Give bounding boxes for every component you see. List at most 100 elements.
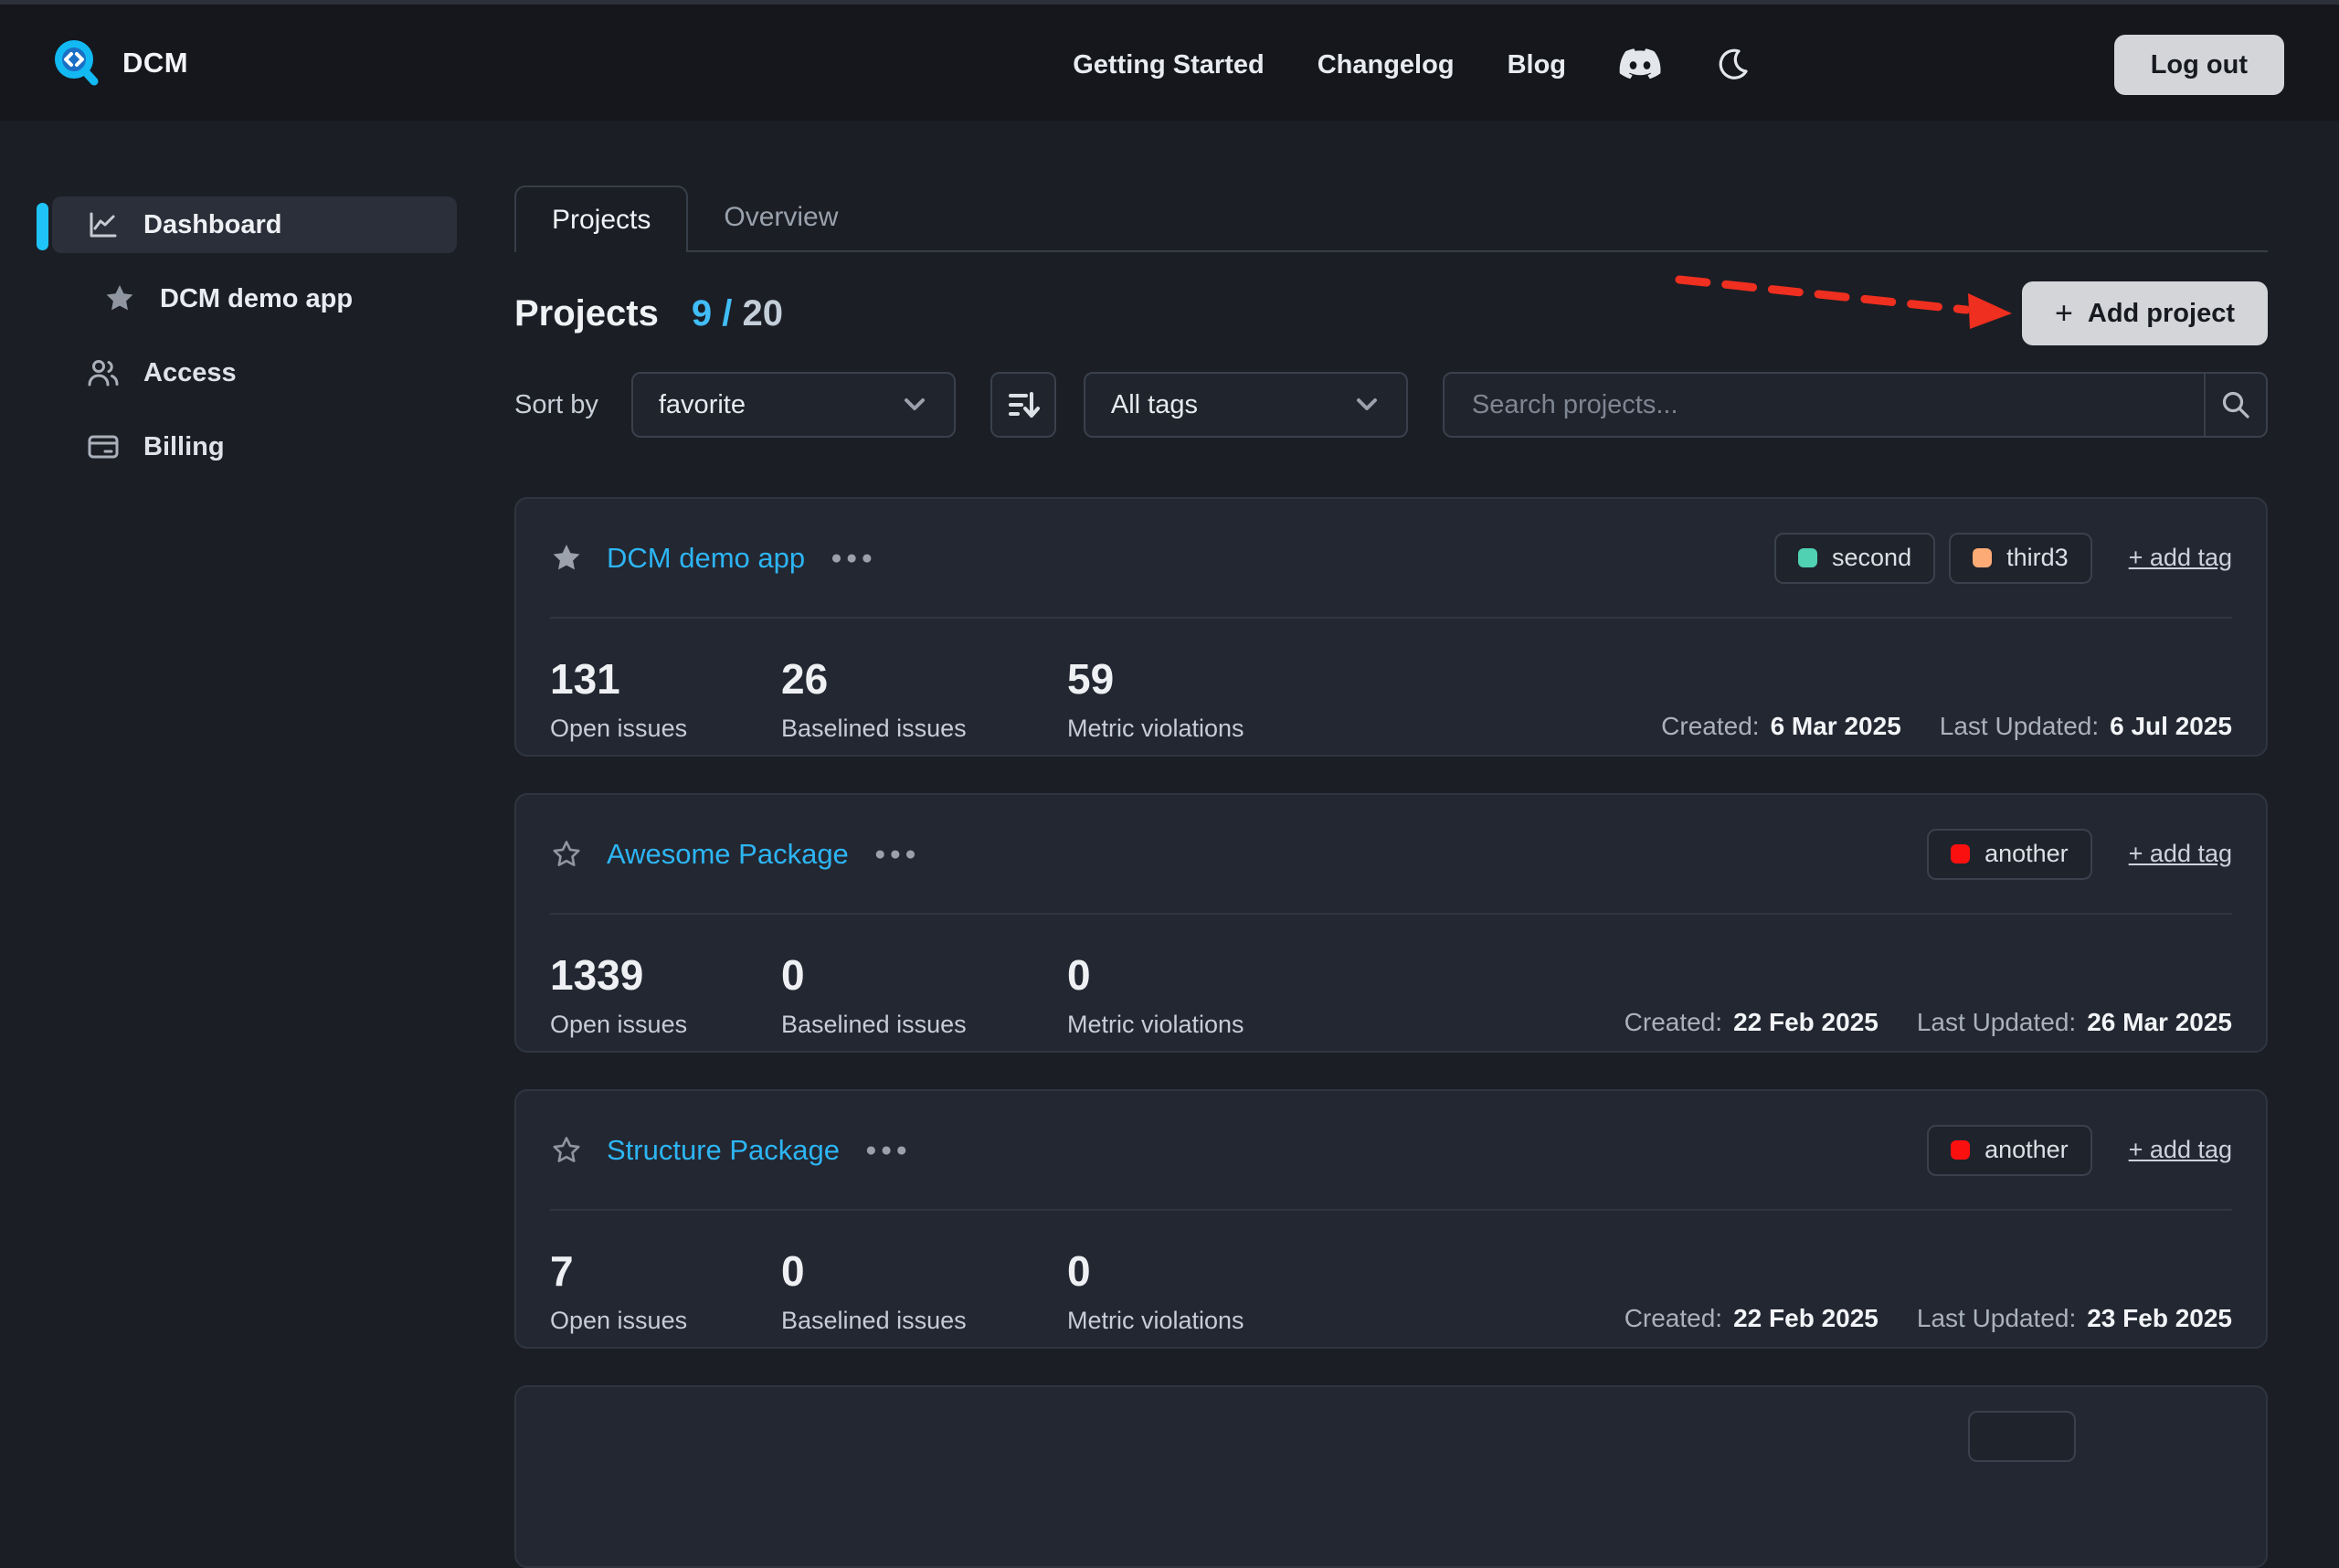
sort-select-value: favorite — [659, 390, 746, 420]
project-title-link[interactable]: DCM demo app — [607, 542, 805, 575]
tag-zone: another + add tag — [1927, 829, 2232, 880]
sort-direction-button[interactable] — [990, 372, 1056, 438]
sidebar-item-label: Billing — [143, 432, 225, 462]
stat-value: 0 — [781, 953, 1067, 997]
top-nav: Getting Started Changelog Blog — [1073, 5, 1751, 125]
stat-label: Metric violations — [1067, 715, 1244, 743]
stat-label: Open issues — [550, 1307, 781, 1335]
created-value: 6 Mar 2025 — [1771, 712, 1901, 741]
project-count: 9 / 20 — [692, 293, 783, 334]
stat-value: 131 — [550, 657, 781, 701]
sidebar-item-dashboard[interactable]: Dashboard — [52, 196, 457, 253]
star-outline-icon — [550, 1134, 583, 1167]
sidebar-item-access[interactable]: Access — [52, 344, 457, 401]
project-card-body: 1339 Open issues 0 Baselined issues 0 Me… — [516, 915, 2266, 1039]
partial-project-card — [514, 1385, 2268, 1568]
search-input[interactable] — [1445, 374, 2204, 436]
search-box — [1443, 372, 2268, 438]
updated-date: Last Updated: 23 Feb 2025 — [1917, 1304, 2232, 1333]
star-icon — [103, 282, 136, 315]
more-options-icon[interactable]: ●●● — [831, 548, 876, 567]
project-card-header: DCM demo app ●●● second third3 + add tag — [516, 499, 2266, 617]
project-dates: Created: 6 Mar 2025 Last Updated: 6 Jul … — [1661, 712, 2232, 743]
more-options-icon[interactable]: ●●● — [865, 1140, 911, 1160]
logout-button[interactable]: Log out — [2114, 35, 2284, 95]
nav-link-getting-started[interactable]: Getting Started — [1073, 50, 1264, 80]
stat-open-issues: 131 Open issues — [550, 657, 781, 743]
project-dates: Created: 22 Feb 2025 Last Updated: 26 Ma… — [1625, 1008, 2232, 1039]
tag-list: another — [1927, 1125, 2092, 1176]
add-project-button[interactable]: + Add project — [2022, 281, 2268, 345]
tab-bar: Projects Overview — [514, 121, 2268, 252]
sort-select[interactable]: favorite — [631, 372, 956, 438]
nav-link-changelog[interactable]: Changelog — [1318, 50, 1455, 80]
favorite-toggle[interactable] — [550, 542, 583, 575]
favorite-toggle[interactable] — [550, 1134, 583, 1167]
tag-zone: second third3 + add tag — [1774, 533, 2232, 584]
tag-color-swatch — [1973, 548, 1992, 567]
stat-value: 0 — [781, 1249, 1067, 1293]
project-title-link[interactable]: Structure Package — [607, 1134, 840, 1167]
star-outline-icon — [550, 838, 583, 871]
tag-pill[interactable] — [1968, 1411, 2076, 1462]
tag-pill[interactable]: another — [1927, 1125, 2092, 1176]
tags-filter-select[interactable]: All tags — [1084, 372, 1408, 438]
sidebar-item-label: DCM demo app — [160, 284, 353, 314]
stat-value: 0 — [1067, 1249, 1244, 1293]
top-bar: DCM Getting Started Changelog Blog Log o… — [0, 0, 2339, 121]
nav-link-blog[interactable]: Blog — [1508, 50, 1566, 80]
project-card: DCM demo app ●●● second third3 + add tag… — [514, 497, 2268, 757]
active-item-indicator — [37, 203, 48, 250]
theme-toggle-moon-icon[interactable] — [1714, 47, 1751, 83]
tag-label: third3 — [2006, 544, 2069, 572]
project-card-body: 7 Open issues 0 Baselined issues 0 Metri… — [516, 1211, 2266, 1335]
sidebar-item-dcm-demo-app[interactable]: DCM demo app — [52, 270, 457, 327]
more-options-icon[interactable]: ●●● — [874, 844, 920, 863]
tag-pill[interactable]: second — [1774, 533, 1935, 584]
tag-zone: another + add tag — [1927, 1125, 2232, 1176]
created-date: Created: 22 Feb 2025 — [1625, 1304, 1879, 1333]
sidebar-item-label: Access — [143, 358, 237, 388]
tag-color-swatch — [1951, 844, 1970, 863]
tag-label: another — [1984, 840, 2069, 868]
brand-name: DCM — [122, 47, 188, 79]
stat-value: 7 — [550, 1249, 781, 1293]
tab-projects[interactable]: Projects — [514, 185, 688, 252]
add-tag-link[interactable]: + add tag — [2129, 544, 2232, 572]
tag-pill[interactable]: third3 — [1949, 533, 2092, 584]
users-icon — [87, 356, 120, 389]
brand[interactable]: DCM — [51, 37, 188, 89]
stat-label: Baselined issues — [781, 1011, 1067, 1039]
add-tag-link[interactable]: + add tag — [2129, 840, 2232, 868]
stat-open-issues: 1339 Open issues — [550, 953, 781, 1039]
tag-pill[interactable]: another — [1927, 829, 2092, 880]
created-label: Created: — [1625, 1008, 1722, 1037]
discord-icon[interactable] — [1619, 48, 1661, 81]
sidebar-item-billing[interactable]: Billing — [52, 418, 457, 475]
filter-row: Sort by favorite All tags — [514, 372, 2268, 438]
tag-label: another — [1984, 1136, 2069, 1164]
favorite-toggle[interactable] — [550, 838, 583, 871]
search-icon — [2219, 388, 2252, 421]
stat-label: Open issues — [550, 715, 781, 743]
updated-value: 23 Feb 2025 — [2087, 1304, 2232, 1333]
stat-label: Baselined issues — [781, 715, 1067, 743]
tag-label: second — [1832, 544, 1911, 572]
created-value: 22 Feb 2025 — [1733, 1008, 1879, 1037]
tag-list: second third3 — [1774, 533, 2092, 584]
tab-overview[interactable]: Overview — [688, 184, 873, 250]
star-filled-icon — [550, 542, 583, 575]
project-card: Structure Package ●●● another + add tag … — [514, 1089, 2268, 1349]
stat-label: Baselined issues — [781, 1307, 1067, 1335]
stat-baselined-issues: 0 Baselined issues — [781, 953, 1067, 1039]
stat-baselined-issues: 26 Baselined issues — [781, 657, 1067, 743]
stat-label: Metric violations — [1067, 1307, 1244, 1335]
tag-color-swatch — [1951, 1140, 1970, 1160]
project-count-used: 9 — [692, 293, 712, 334]
search-button[interactable] — [2204, 374, 2266, 436]
add-tag-link[interactable]: + add tag — [2129, 1136, 2232, 1164]
stat-label: Open issues — [550, 1011, 781, 1039]
created-value: 22 Feb 2025 — [1733, 1304, 1879, 1333]
project-card-header: Awesome Package ●●● another + add tag — [516, 795, 2266, 913]
project-title-link[interactable]: Awesome Package — [607, 838, 849, 871]
